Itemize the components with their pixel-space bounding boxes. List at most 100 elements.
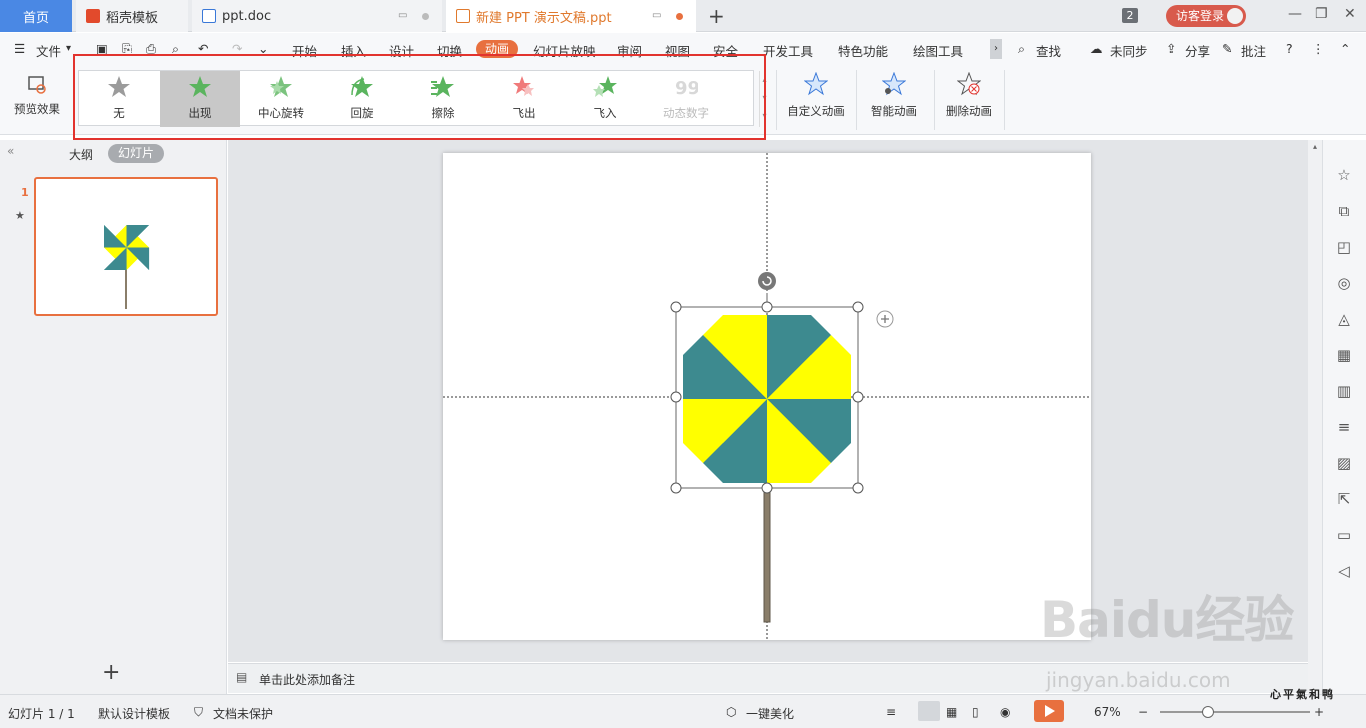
delete-star-icon (956, 71, 982, 96)
restore-icon[interactable]: ❐ (1315, 6, 1328, 22)
rotate-handle-icon[interactable] (758, 272, 776, 290)
menu-scroll-right-icon[interactable]: › (990, 39, 1002, 59)
object-icon[interactable]: ⧉ (1335, 202, 1353, 220)
screen-icon[interactable]: ▭ (398, 10, 407, 21)
more-icon[interactable]: ⋮ (1312, 41, 1325, 56)
shape-icon[interactable]: ◰ (1335, 238, 1353, 256)
help-icon[interactable]: ? (1286, 41, 1293, 56)
picture-icon[interactable]: ▨ (1335, 454, 1353, 472)
design-template[interactable]: 默认设计模板 (98, 705, 170, 722)
sound-icon[interactable]: ◁ (1335, 562, 1353, 580)
collapse-pane-icon[interactable]: « (7, 144, 14, 158)
delete-animation-button[interactable]: 删除动画 (940, 71, 998, 119)
notes-toggle-icon[interactable]: ≡ (886, 705, 896, 719)
divider (776, 70, 777, 130)
reading-view-icon[interactable]: ▯ (972, 705, 979, 719)
comment-icon[interactable]: ✎ (1222, 41, 1232, 56)
pinwheel-shape[interactable] (683, 315, 851, 483)
new-tab-plus-icon[interactable]: + (708, 4, 725, 28)
delete-animation-label: 删除动画 (946, 104, 992, 118)
tab-ppt-doc[interactable]: ppt.doc ▭ (192, 0, 442, 32)
tab-status-dot (422, 13, 429, 20)
preview-effect-button[interactable]: 预览效果 (8, 74, 66, 117)
one-click-beautify[interactable]: 一键美化 (746, 705, 794, 722)
location-icon[interactable]: ◎ (1335, 274, 1353, 292)
search-icon[interactable]: ⌕ (1018, 41, 1025, 57)
notes-icon: ▤ (236, 670, 248, 684)
smart-animation-button[interactable]: 智能动画 (862, 71, 926, 119)
chart-icon[interactable]: ▥ (1335, 382, 1353, 400)
preview-icon (28, 76, 46, 94)
title-bar: 首页 稻壳模板 ppt.doc ▭ 新建 PPT 演示文稿.ppt ▭ + 2 … (0, 0, 1366, 32)
layout-icon[interactable]: ▦ (1335, 346, 1353, 364)
minimize-icon[interactable]: — (1288, 6, 1302, 22)
slide-sorter-icon[interactable]: ▦ (946, 705, 957, 719)
guest-login-button[interactable]: 访客登录 (1166, 5, 1246, 27)
comment-button[interactable]: 批注 (1241, 41, 1266, 60)
login-label: 访客登录 (1176, 9, 1225, 23)
slide-counter: 幻灯片 1 / 1 (8, 707, 75, 721)
tab-slides[interactable]: 幻灯片 (108, 144, 164, 163)
tab-outline[interactable]: 大纲 (69, 146, 93, 163)
unsaved-dot (676, 13, 683, 20)
doc-protection[interactable]: 文档未保护 (213, 705, 273, 722)
cloud-icon[interactable]: ☁ (1090, 41, 1103, 56)
fill-icon[interactable]: ◬ (1335, 310, 1353, 328)
preview-label: 预览效果 (14, 102, 60, 116)
sync-status[interactable]: 未同步 (1110, 41, 1148, 60)
vertical-scrollbar[interactable]: ▴ (1308, 140, 1322, 694)
chevron-down-icon[interactable]: ▾ (66, 43, 71, 54)
scroll-up-icon[interactable]: ▴ (1313, 142, 1317, 151)
tab-new-ppt[interactable]: 新建 PPT 演示文稿.ppt ▭ (446, 0, 696, 32)
word-doc-icon (202, 9, 216, 23)
slide-number: 1 (21, 186, 29, 199)
pinwheel-stick[interactable] (763, 487, 771, 623)
share-icon[interactable]: ⇪ (1166, 41, 1176, 56)
shield-icon: ⛉ (194, 705, 204, 719)
animation-pane-icon[interactable]: ☆ (1335, 166, 1353, 184)
notes-placeholder: 单击此处添加备注 (259, 673, 356, 687)
highlight-box (73, 54, 766, 140)
play-icon (1045, 705, 1055, 717)
tab-home[interactable]: 首页 (0, 0, 72, 32)
play-slideshow-button[interactable] (1034, 700, 1064, 722)
normal-view-icon[interactable] (918, 701, 940, 721)
slide-thumbnail[interactable] (34, 177, 218, 316)
presenter-view-icon[interactable]: ◉ (1000, 705, 1010, 719)
tab-label: 新建 PPT 演示文稿.ppt (476, 10, 612, 26)
zoom-slider-thumb[interactable] (1202, 706, 1214, 718)
add-slide-plus-icon[interactable]: + (102, 660, 120, 685)
zoom-level[interactable]: 67% (1094, 705, 1121, 719)
box-icon[interactable]: ▭ (1335, 526, 1353, 544)
custom-animation-button[interactable]: 自定义动画 (784, 71, 848, 119)
zoom-in-icon[interactable]: + (1314, 705, 1324, 719)
menu-drawing-tools[interactable]: 绘图工具 (913, 41, 963, 60)
right-toolbar: ☆ ⧉ ◰ ◎ ◬ ▦ ▥ ≡ ▨ ⇱ ▭ ◁ (1322, 140, 1366, 694)
find-button[interactable]: 查找 (1036, 41, 1061, 60)
tab-label: 稻壳模板 (106, 10, 159, 26)
menu-file[interactable]: 文件 (36, 41, 61, 60)
divider (856, 70, 857, 130)
hamburger-icon[interactable]: ☰ (14, 41, 25, 56)
watermark-caption: 心平氣和鸭 (1270, 688, 1335, 701)
smart-star-icon (881, 71, 907, 96)
tab-docer-templates[interactable]: 稻壳模板 (76, 0, 188, 32)
menu-developer[interactable]: 开发工具 (763, 41, 813, 60)
share-button[interactable]: 分享 (1185, 41, 1210, 60)
window-count-badge[interactable]: 2 (1122, 8, 1138, 23)
zoom-slider[interactable] (1160, 711, 1310, 713)
menu-special[interactable]: 特色功能 (838, 41, 888, 60)
screen-icon[interactable]: ▭ (652, 10, 661, 21)
slide[interactable] (443, 153, 1091, 640)
settings-icon[interactable]: ≡ (1335, 418, 1353, 436)
zoom-out-icon[interactable]: − (1138, 705, 1148, 719)
divider (1004, 70, 1005, 130)
export-icon[interactable]: ⇱ (1335, 490, 1353, 508)
animation-marker-icon: ★ (15, 209, 25, 222)
tab-label: ppt.doc (222, 8, 272, 24)
status-bar: 幻灯片 1 / 1 默认设计模板 ⛉ 文档未保护 ⬡ 一键美化 ≡ ▦ ▯ ◉ … (0, 694, 1366, 728)
custom-animation-label: 自定义动画 (787, 104, 845, 118)
close-icon[interactable]: ✕ (1344, 6, 1356, 22)
beautify-icon: ⬡ (726, 705, 737, 719)
collapse-ribbon-icon[interactable]: ⌃ (1340, 41, 1350, 56)
